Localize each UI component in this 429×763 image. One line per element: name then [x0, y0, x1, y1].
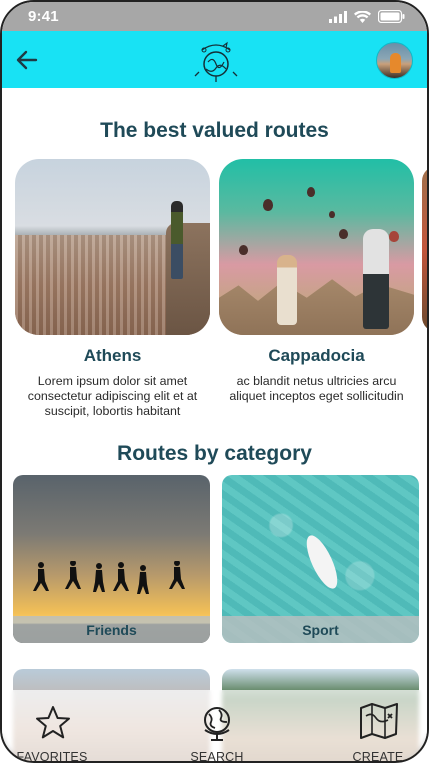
route-photo[interactable] [15, 159, 210, 335]
best-routes-title: The best valued routes [100, 119, 329, 142]
map-icon [360, 703, 398, 739]
signal-icon [329, 10, 347, 23]
route-name[interactable]: Cappadocia [219, 346, 414, 366]
phone-frame: 9:41 The best valued routes Athens Lorem… [0, 0, 429, 763]
user-avatar[interactable] [376, 42, 413, 79]
category-card-sport[interactable]: Sport [222, 475, 419, 643]
status-icons [329, 10, 405, 23]
balloon [389, 231, 399, 242]
category-label: Friends [13, 616, 210, 643]
balloon [339, 229, 348, 239]
bottom-nav: FAVORITES SEARCH CREATE [2, 690, 427, 763]
status-time: 9:41 [28, 8, 59, 25]
paddleboard [300, 531, 344, 593]
wifi-icon [354, 10, 371, 23]
route-description: ac blandit netus ultricies arcu aliquet … [229, 374, 404, 403]
nav-label: FAVORITES [16, 750, 88, 763]
nav-label: CREATE [352, 750, 404, 763]
travel-logo[interactable] [193, 38, 239, 84]
hiker-figure [171, 201, 183, 279]
star-icon [36, 706, 70, 739]
balloon [329, 211, 335, 218]
balloon [307, 187, 315, 197]
route-card-cappadocia[interactable]: Cappadocia ac blandit netus ultricies ar… [219, 159, 414, 404]
balloon [239, 245, 248, 255]
route-photo[interactable] [219, 159, 414, 335]
jumping-friends-figures [33, 561, 185, 594]
battery-icon [378, 10, 405, 23]
status-bar: 9:41 [2, 2, 427, 31]
arrow-left-icon[interactable] [14, 47, 40, 73]
nav-label: SEARCH [190, 750, 244, 763]
route-name[interactable]: Athens [15, 346, 210, 366]
category-card-friends[interactable]: Friends [13, 475, 210, 643]
app-header [2, 31, 427, 88]
photographer-figure [363, 229, 389, 329]
category-label: Sport [222, 616, 419, 643]
nav-create[interactable]: CREATE [328, 690, 427, 763]
globe-icon [204, 707, 230, 741]
balloon [263, 199, 273, 211]
categories-title: Routes by category [117, 442, 312, 465]
route-description: Lorem ipsum dolor sit amet consectetur a… [27, 374, 198, 418]
person-figure [277, 255, 297, 325]
nav-search[interactable]: SEARCH [167, 690, 267, 763]
route-card-athens[interactable]: Athens Lorem ipsum dolor sit amet consec… [15, 159, 210, 419]
nav-favorites[interactable]: FAVORITES [2, 690, 102, 763]
route-card-peek[interactable] [422, 166, 427, 332]
